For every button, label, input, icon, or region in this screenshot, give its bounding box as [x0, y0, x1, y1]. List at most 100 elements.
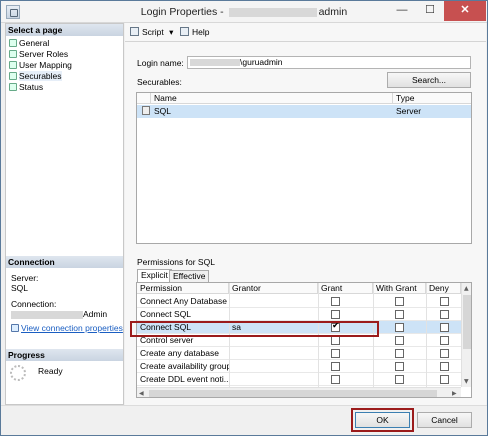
- toolbar: Script ▾ Help: [125, 23, 486, 42]
- permission-name[interactable]: Connect SQL: [137, 309, 229, 320]
- row-divider: [137, 372, 461, 373]
- with-grant-checkbox[interactable]: [395, 349, 404, 358]
- sidebar-item-server-roles[interactable]: Server Roles: [9, 49, 68, 60]
- permission-name[interactable]: Create availability group: [137, 361, 229, 372]
- sidebar-item-status[interactable]: Status: [9, 82, 43, 93]
- sidebar-item-label: User Mapping: [19, 60, 72, 70]
- grant-checkbox[interactable]: [331, 362, 340, 371]
- permission-grantor: [229, 348, 318, 359]
- deny-checkbox[interactable]: [440, 310, 449, 319]
- help-button[interactable]: Help: [180, 27, 209, 37]
- login-name-field[interactable]: \guruadmin: [187, 56, 471, 69]
- script-dropdown-icon[interactable]: ▾: [169, 27, 173, 37]
- dialog-footer: OK Cancel: [1, 405, 487, 435]
- scroll-right-arrow-icon[interactable]: ▶: [452, 390, 457, 397]
- sidebar-item-user-mapping[interactable]: User Mapping: [9, 60, 72, 71]
- row-divider: [137, 307, 461, 308]
- grant-checkbox[interactable]: [331, 310, 340, 319]
- script-button[interactable]: Script ▾: [130, 27, 173, 38]
- progress-header: Progress: [6, 349, 123, 361]
- permissions-for-label: Permissions for SQL: [137, 257, 215, 267]
- view-connection-properties-link[interactable]: View connection properties: [21, 323, 123, 333]
- sidebar-item-label: Status: [19, 82, 44, 92]
- permission-grantor: [229, 296, 318, 307]
- tab-effective[interactable]: Effective: [169, 270, 210, 282]
- view-connection-properties[interactable]: View connection properties: [11, 323, 123, 333]
- highlight-box: [130, 321, 379, 337]
- with-grant-checkbox[interactable]: [395, 297, 404, 306]
- column-divider: [426, 283, 427, 387]
- page-icon: [9, 72, 17, 80]
- maximize-button[interactable]: ☐: [417, 1, 443, 21]
- vertical-scroll-thumb[interactable]: [463, 295, 471, 349]
- permission-grantor: [229, 309, 318, 320]
- sidebar-item-label: Securables: [19, 71, 62, 81]
- sidebar-item-label: Server Roles: [19, 49, 69, 59]
- securable-type: Server: [396, 106, 422, 116]
- vertical-scrollbar[interactable]: ▲ ▼: [461, 283, 471, 387]
- page-icon: [9, 83, 17, 91]
- permission-name[interactable]: Create any database: [137, 348, 229, 359]
- securables-col-type[interactable]: Type: [393, 93, 471, 104]
- help-label: Help: [192, 27, 210, 37]
- deny-checkbox[interactable]: [440, 336, 449, 345]
- table-row[interactable]: [137, 105, 471, 118]
- minimize-button[interactable]: —: [389, 1, 415, 21]
- perm-col-grantor[interactable]: Grantor: [229, 283, 318, 294]
- grant-checkbox[interactable]: [331, 375, 340, 384]
- search-button[interactable]: Search...: [387, 72, 471, 88]
- deny-checkbox[interactable]: [440, 362, 449, 371]
- page-icon: [9, 39, 17, 47]
- grant-checkbox[interactable]: [331, 349, 340, 358]
- scroll-up-arrow-icon[interactable]: ▲: [464, 285, 469, 292]
- deny-checkbox[interactable]: [440, 297, 449, 306]
- permission-name[interactable]: Connect Any Database: [137, 296, 229, 307]
- deny-checkbox[interactable]: [440, 375, 449, 384]
- with-grant-checkbox[interactable]: [395, 375, 404, 384]
- connection-value-suffix: Admin: [83, 309, 108, 319]
- cancel-button[interactable]: Cancel: [417, 412, 472, 428]
- tab-explicit[interactable]: Explicit: [137, 269, 172, 282]
- permission-name[interactable]: Create DDL event noti...: [137, 374, 229, 385]
- scroll-left-arrow-icon[interactable]: ◀: [139, 390, 144, 397]
- redacted-domain: [190, 59, 240, 67]
- with-grant-checkbox[interactable]: [395, 323, 404, 332]
- securables-icon-column: [137, 93, 151, 104]
- deny-checkbox[interactable]: [440, 349, 449, 358]
- perm-col-permission[interactable]: Permission: [137, 283, 229, 294]
- login-properties-window: Login Properties - admin — ☐ ✕ Select a …: [0, 0, 488, 436]
- perm-col-with-grant[interactable]: With Grant: [373, 283, 426, 294]
- permission-grantor: [229, 361, 318, 372]
- page-icon: [9, 50, 17, 58]
- right-pane: Script ▾ Help Login name: \guruadmin Sec…: [125, 23, 486, 405]
- close-button[interactable]: ✕: [444, 1, 486, 21]
- connection-properties-icon: [11, 324, 19, 332]
- page-icon: [9, 61, 17, 69]
- window-title-prefix: Login Properties -: [140, 6, 224, 18]
- with-grant-checkbox[interactable]: [395, 362, 404, 371]
- horizontal-scroll-thumb[interactable]: [149, 390, 437, 397]
- redacted-connection: [11, 310, 83, 319]
- permissions-grid[interactable]: Permission Grantor Grant With Grant Deny…: [136, 282, 472, 398]
- grant-checkbox[interactable]: [331, 297, 340, 306]
- securable-name: SQL: [154, 106, 172, 116]
- help-icon: [180, 27, 189, 36]
- sidebar-item-general[interactable]: General: [9, 38, 49, 49]
- securables-grid[interactable]: Name Type SQL Server: [136, 92, 472, 244]
- connection-value: Admin: [11, 309, 107, 319]
- row-divider: [137, 385, 461, 386]
- permission-grantor: [229, 374, 318, 385]
- securables-col-name[interactable]: Name: [151, 93, 393, 104]
- perm-col-deny[interactable]: Deny: [426, 283, 461, 294]
- progress-status: Ready: [38, 366, 63, 376]
- sidebar-item-securables[interactable]: Securables: [9, 71, 62, 82]
- perm-col-grant[interactable]: Grant: [318, 283, 373, 294]
- scroll-down-arrow-icon[interactable]: ▼: [464, 378, 469, 385]
- ok-highlight-box: [351, 408, 414, 432]
- with-grant-checkbox[interactable]: [395, 336, 404, 345]
- horizontal-scrollbar[interactable]: ◀ ▶: [137, 387, 461, 397]
- with-grant-checkbox[interactable]: [395, 310, 404, 319]
- title-bar[interactable]: Login Properties - admin — ☐ ✕: [1, 1, 487, 23]
- grant-checkbox[interactable]: [331, 336, 340, 345]
- deny-checkbox[interactable]: [440, 323, 449, 332]
